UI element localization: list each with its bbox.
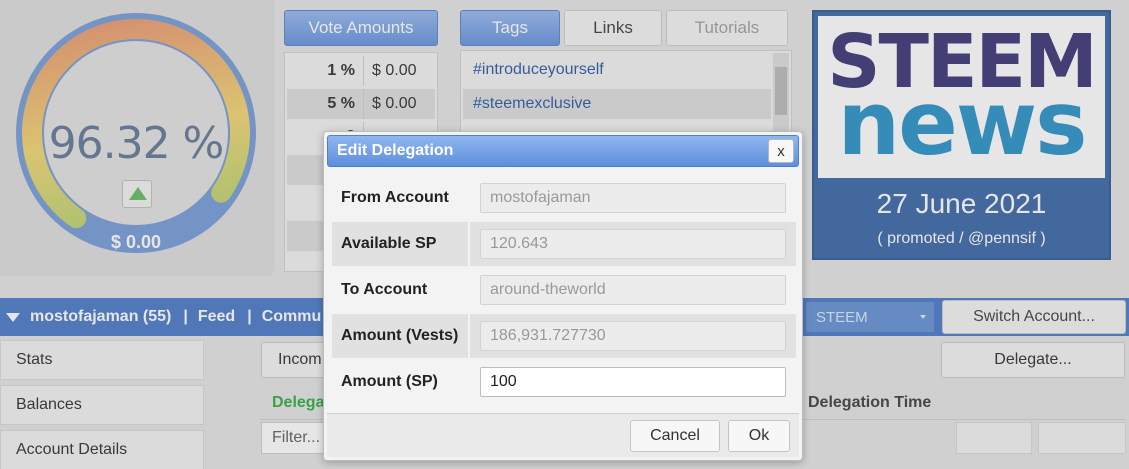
dialog-titlebar[interactable]: Edit Delegation x — [327, 135, 799, 167]
to-account-label: To Account — [341, 281, 428, 298]
to-account-field: around-theworld — [470, 268, 796, 312]
dialog-title: Edit Delegation — [337, 142, 454, 159]
available-sp-field: 120.643 — [470, 222, 796, 266]
form-row-to-account: To Account around-theworld — [332, 268, 796, 312]
amount-sp-label: Amount (SP) — [341, 373, 438, 390]
form-row-from-account: From Account mostofajaman — [332, 176, 796, 220]
from-account-field: mostofajaman — [470, 176, 796, 220]
available-sp-input[interactable]: 120.643 — [480, 229, 786, 259]
from-account-input[interactable]: mostofajaman — [480, 183, 786, 213]
amount-vests-input[interactable]: 186,931.727730 — [480, 321, 786, 351]
edit-delegation-dialog: Edit Delegation x From Account mostofaja… — [323, 131, 803, 461]
cancel-button[interactable]: Cancel — [630, 420, 720, 452]
amount-vests-label: Amount (Vests) — [332, 314, 468, 358]
amount-sp-field: 100 — [470, 360, 796, 404]
amount-sp-input[interactable]: 100 — [480, 367, 786, 397]
form-row-available-sp: Available SP 120.643 — [332, 222, 796, 266]
to-account-input[interactable]: around-theworld — [480, 275, 786, 305]
dialog-footer: Cancel Ok — [327, 413, 799, 457]
from-account-label: From Account — [341, 189, 449, 206]
available-sp-label: Available SP — [332, 222, 468, 266]
close-button[interactable]: x — [768, 139, 794, 163]
form-row-amount-vests: Amount (Vests) 186,931.727730 — [332, 314, 796, 358]
form-row-amount-sp: Amount (SP) 100 — [332, 360, 796, 404]
ok-button[interactable]: Ok — [728, 420, 790, 452]
dialog-form: From Account mostofajaman Available SP 1… — [332, 176, 796, 406]
amount-vests-field: 186,931.727730 — [470, 314, 796, 358]
